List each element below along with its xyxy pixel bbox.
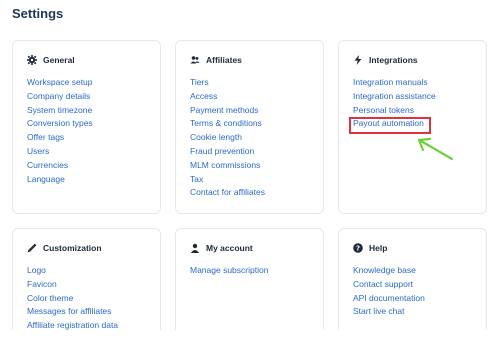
link-color-theme[interactable]: Color theme [27,292,118,306]
link-logo[interactable]: Logo [27,264,118,278]
link-knowledge-base[interactable]: Knowledge base [353,264,425,278]
link-currencies[interactable]: Currencies [27,159,93,173]
link-offer-tags[interactable]: Offer tags [27,131,93,145]
card-affiliates-title: Affiliates [206,54,242,65]
card-help-header: ? Help [352,242,387,253]
link-access[interactable]: Access [190,90,265,104]
card-general-header: General [26,54,75,65]
link-conversion-types[interactable]: Conversion types [27,117,93,131]
help-links: Knowledge base Contact support API docum… [353,264,425,319]
link-cookie-length[interactable]: Cookie length [190,131,265,145]
link-personal-tokens[interactable]: Personal tokens [353,104,436,118]
link-api-documentation[interactable]: API documentation [353,292,425,306]
affiliates-links: Tiers Access Payment methods Terms & con… [190,76,265,200]
link-tax[interactable]: Tax [190,173,265,187]
card-customization-title: Customization [43,242,102,253]
customization-links: Logo Favicon Color theme Messages for af… [27,264,118,333]
users-icon [189,54,200,65]
svg-text:?: ? [355,244,359,252]
pointer-arrow-icon [417,137,454,161]
link-company-details[interactable]: Company details [27,90,93,104]
user-icon [189,242,200,253]
question-circle-icon: ? [352,242,363,253]
card-affiliates-header: Affiliates [189,54,242,65]
link-mlm-commissions[interactable]: MLM commissions [190,159,265,173]
card-general: General Workspace setup Company details … [12,40,161,214]
bottom-cutoff [0,330,497,358]
pen-icon [26,242,37,253]
card-general-title: General [43,54,75,65]
general-links: Workspace setup Company details System t… [27,76,93,186]
account-links: Manage subscription [190,264,268,278]
link-tiers[interactable]: Tiers [190,76,265,90]
link-payment-methods[interactable]: Payment methods [190,104,265,118]
bolt-icon [352,54,363,65]
link-integration-manuals[interactable]: Integration manuals [353,76,436,90]
card-integrations-title: Integrations [369,54,418,65]
link-users[interactable]: Users [27,145,93,159]
link-terms-conditions[interactable]: Terms & conditions [190,117,265,131]
link-integration-assistance[interactable]: Integration assistance [353,90,436,104]
link-workspace-setup[interactable]: Workspace setup [27,76,93,90]
link-contact-affiliates[interactable]: Contact for affiliates [190,186,265,200]
link-contact-support[interactable]: Contact support [353,278,425,292]
card-integrations-header: Integrations [352,54,418,65]
link-fraud-prevention[interactable]: Fraud prevention [190,145,265,159]
card-my-account-header: My account [189,242,253,253]
card-my-account-title: My account [206,242,253,253]
gear-icon [26,54,37,65]
link-language[interactable]: Language [27,173,93,187]
link-manage-subscription[interactable]: Manage subscription [190,264,268,278]
link-favicon[interactable]: Favicon [27,278,118,292]
link-messages-affiliates[interactable]: Messages for affiliates [27,305,118,319]
card-customization-header: Customization [26,242,102,253]
link-system-timezone[interactable]: System timezone [27,104,93,118]
page-title: Settings [12,6,64,21]
card-help-title: Help [369,242,388,253]
link-start-live-chat[interactable]: Start live chat [353,305,425,319]
card-affiliates: Affiliates Tiers Access Payment methods … [175,40,324,214]
